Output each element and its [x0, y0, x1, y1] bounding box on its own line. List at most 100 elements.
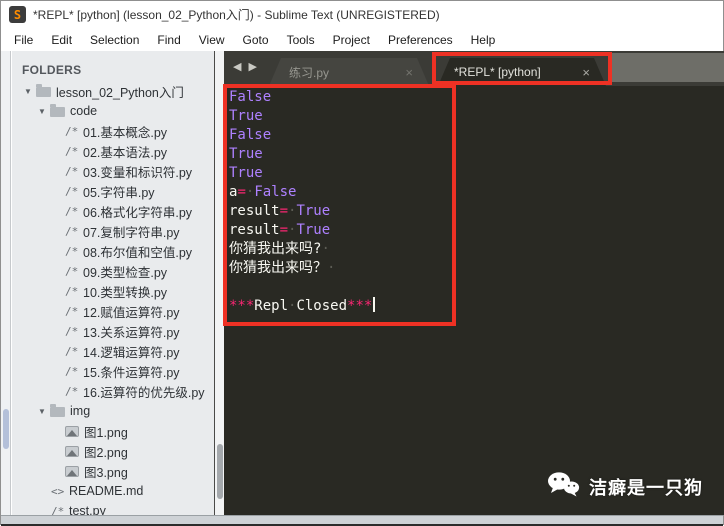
tab-bar: ◀ ▶ 练习.py × *REPL* [python] ×	[224, 51, 724, 86]
py-file-icon: /*	[65, 144, 79, 158]
menu-goto[interactable]: Goto	[234, 30, 278, 50]
py-file-icon: /*	[65, 204, 79, 218]
sidebar-scrollbar-thumb[interactable]	[217, 444, 223, 499]
code-line: True	[229, 164, 724, 183]
code-line: result=·True	[229, 221, 724, 240]
sidebar-item-label: 08.布尔值和空值.py	[83, 245, 193, 260]
sidebar-item-02.基本语法.py[interactable]: /* 02.基本语法.py	[12, 141, 214, 161]
sidebar-item-lesson_02_Python入门[interactable]: ▼ lesson_02_Python入门	[12, 81, 214, 101]
back-icon[interactable]: ◀	[233, 61, 243, 73]
watermark-text: 洁癖是一只狗	[589, 477, 703, 498]
menu-bar: File Edit Selection Find View Goto Tools Projec…	[1, 28, 723, 51]
status-bar	[1, 515, 723, 526]
sublime-logo-icon: S	[9, 6, 26, 23]
code-token: =	[237, 184, 246, 200]
sidebar-item-图2.png[interactable]: 图2.png	[12, 441, 214, 461]
py-file-icon: /*	[65, 264, 79, 278]
sidebar-item-label: 14.逻辑运算符.py	[83, 345, 180, 360]
menu-tools[interactable]: Tools	[278, 30, 324, 50]
close-icon[interactable]: ×	[405, 65, 413, 80]
code-line: ***Repl·Closed***	[229, 297, 724, 316]
watermark: 洁癖是一只狗	[547, 471, 703, 502]
code-line: a=·False	[229, 183, 724, 202]
py-file-icon: /*	[65, 384, 79, 398]
sidebar-item-01.基本概念.py[interactable]: /* 01.基本概念.py	[12, 121, 214, 141]
menu-help[interactable]: Help	[462, 30, 505, 50]
sidebar-item-15.条件运算符.py[interactable]: /* 15.条件运算符.py	[12, 361, 214, 381]
sidebar-item-test.py[interactable]: /* test.py	[12, 501, 214, 515]
menu-project[interactable]: Project	[324, 30, 379, 50]
py-file-icon: /*	[65, 184, 79, 198]
code-line: False	[229, 126, 724, 145]
menu-edit[interactable]: Edit	[42, 30, 81, 50]
sidebar-item-13.关系运算符.py[interactable]: /* 13.关系运算符.py	[12, 321, 214, 341]
code-token: True	[229, 108, 263, 124]
tab-label: 练习.py	[289, 65, 330, 80]
file-tree: ▼ lesson_02_Python入门 ▼ code /* 01.基本概念.py /* 02…	[12, 81, 214, 515]
sidebar-item-code[interactable]: ▼ code	[12, 101, 214, 121]
menu-selection[interactable]: Selection	[81, 30, 148, 50]
code-token: result	[229, 222, 280, 238]
tab-nav-arrows[interactable]: ◀ ▶	[233, 60, 259, 73]
code-token: 你猜我出来吗？	[229, 260, 327, 276]
code-token: ·	[321, 241, 330, 257]
expand-arrow-icon[interactable]: ▼	[38, 407, 50, 416]
sidebar-item-06.格式化字符串.py[interactable]: /* 06.格式化字符串.py	[12, 201, 214, 221]
sublime-window: S *REPL* [python] (lesson_02_Python入门) -…	[0, 0, 724, 526]
sidebar-item-07.复制字符串.py[interactable]: /* 07.复制字符串.py	[12, 221, 214, 241]
tabbar-empty-area	[612, 53, 724, 82]
menu-file[interactable]: File	[5, 30, 42, 50]
sidebar-item-09.类型检查.py[interactable]: /* 09.类型检查.py	[12, 261, 214, 281]
sidebar-item-label: 12.赋值运算符.py	[83, 305, 180, 320]
sidebar-item-10.类型转换.py[interactable]: /* 10.类型转换.py	[12, 281, 214, 301]
image-file-icon	[65, 425, 79, 437]
code-token: Closed	[296, 298, 348, 314]
py-file-icon: /*	[65, 224, 79, 238]
tab-练习.py[interactable]: 练习.py ×	[269, 58, 429, 86]
code-line: True	[229, 145, 724, 164]
tab-*REPL* [python][interactable]: *REPL* [python] ×	[438, 58, 606, 86]
menu-view[interactable]: View	[190, 30, 234, 50]
forward-icon[interactable]: ▶	[249, 61, 259, 73]
sidebar-item-img[interactable]: ▼ img	[12, 401, 214, 421]
sidebar-item-图3.png[interactable]: 图3.png	[12, 461, 214, 481]
folder-icon	[50, 404, 65, 417]
py-file-icon: /*	[65, 244, 79, 258]
code-line: 你猜我出来吗?·	[229, 240, 724, 259]
sidebar-item-14.逻辑运算符.py[interactable]: /* 14.逻辑运算符.py	[12, 341, 214, 361]
sidebar: FOLDERS ▼ lesson_02_Python入门 ▼ code /* 01.基本概…	[12, 51, 214, 515]
menu-find[interactable]: Find	[148, 30, 189, 50]
sidebar-item-图1.png[interactable]: 图1.png	[12, 421, 214, 441]
title-bar: S *REPL* [python] (lesson_02_Python入门) -…	[1, 1, 723, 28]
expand-arrow-icon[interactable]: ▼	[38, 107, 50, 116]
sidebar-item-16.运算符的优先级.py[interactable]: /* 16.运算符的优先级.py	[12, 381, 214, 401]
sidebar-item-label: 16.运算符的优先级.py	[83, 385, 205, 400]
sidebar-scrollbar[interactable]	[214, 51, 224, 515]
sidebar-item-12.赋值运算符.py[interactable]: /* 12.赋值运算符.py	[12, 301, 214, 321]
code-token: False	[229, 127, 272, 143]
sidebar-item-03.变量和标识符.py[interactable]: /* 03.变量和标识符.py	[12, 161, 214, 181]
code-token: True	[229, 146, 263, 162]
code-token: 你猜我出来吗?	[229, 241, 322, 257]
sidebar-item-label: README.md	[69, 484, 144, 498]
py-file-icon: /*	[65, 364, 79, 378]
sidebar-item-label: 07.复制字符串.py	[83, 225, 180, 240]
expand-arrow-icon[interactable]: ▼	[24, 87, 36, 96]
sidebar-item-05.字符串.py[interactable]: /* 05.字符串.py	[12, 181, 214, 201]
py-file-icon: /*	[65, 324, 79, 338]
code-line: True	[229, 107, 724, 126]
sidebar-item-README.md[interactable]: <> README.md	[12, 481, 214, 501]
sidebar-item-label: 01.基本概念.py	[83, 125, 168, 140]
repl-output-area[interactable]: False True False True True a=·False result=·Tr…	[224, 86, 724, 515]
sidebar-item-label: 05.字符串.py	[83, 185, 155, 200]
sidebar-left-scrollbar[interactable]	[1, 51, 11, 515]
code-token: result	[229, 203, 280, 219]
sidebar-item-08.布尔值和空值.py[interactable]: /* 08.布尔值和空值.py	[12, 241, 214, 261]
sidebar-item-label: 15.条件运算符.py	[83, 365, 180, 380]
sidebar-item-label: 02.基本语法.py	[83, 145, 168, 160]
sidebar-left-scrollbar-thumb[interactable]	[3, 409, 9, 449]
sidebar-item-label: img	[70, 404, 91, 418]
menu-preferences[interactable]: Preferences	[379, 30, 462, 50]
sidebar-item-label: 图2.png	[84, 445, 128, 460]
close-icon[interactable]: ×	[582, 65, 590, 80]
